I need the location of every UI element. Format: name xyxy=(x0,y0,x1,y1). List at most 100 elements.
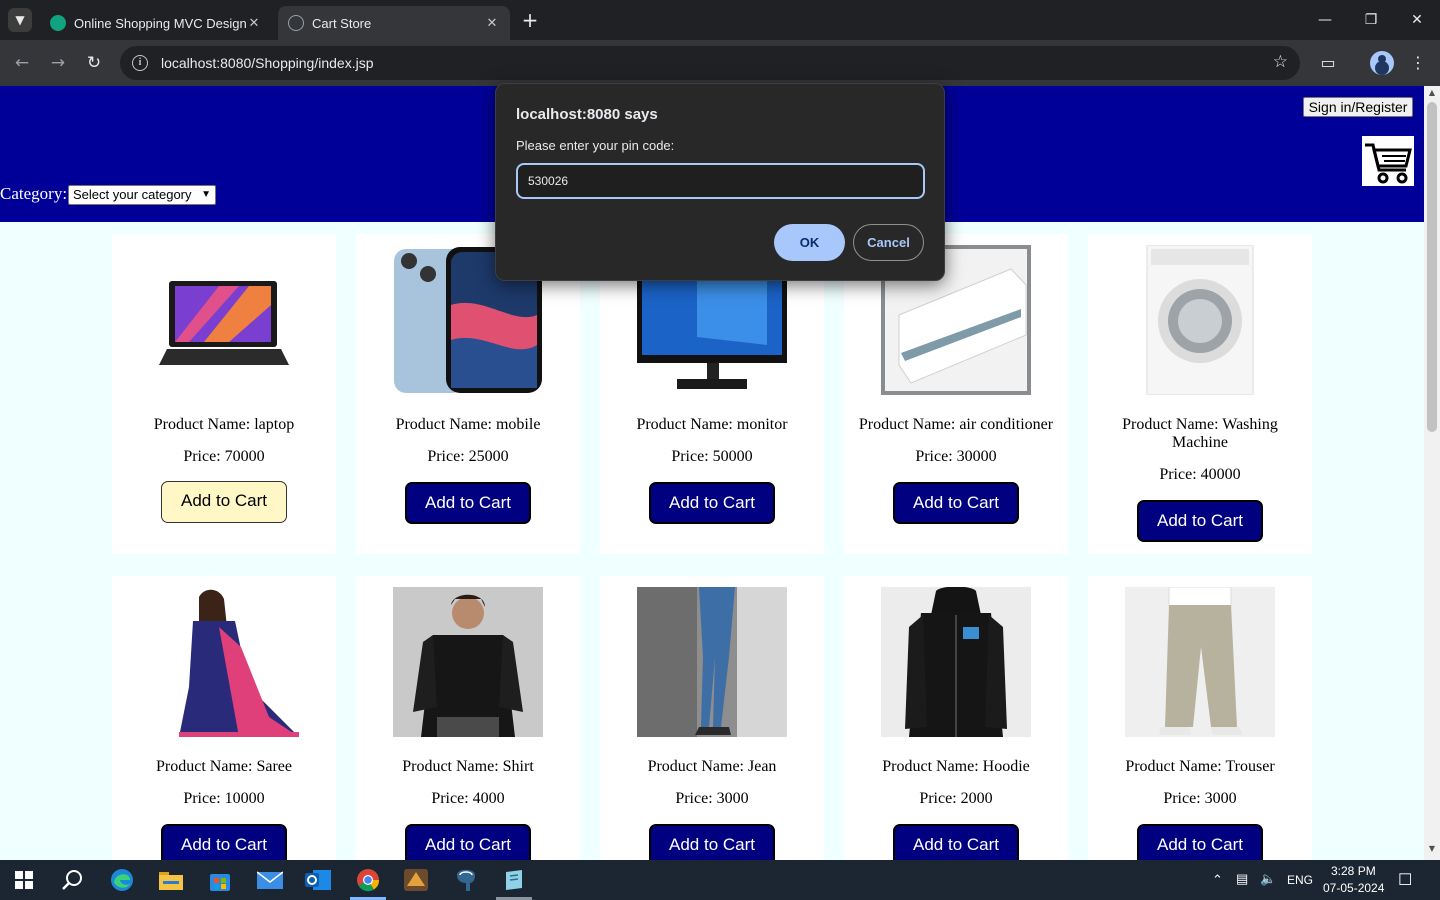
scroll-down-arrow-icon[interactable]: ▼ xyxy=(1424,844,1440,853)
microsoft-store-icon[interactable] xyxy=(204,866,236,894)
product-price: Price: 30000 xyxy=(915,448,997,465)
chrome-icon[interactable] xyxy=(352,866,384,894)
signin-register-button[interactable]: Sign in/Register xyxy=(1303,97,1413,117)
product-price: Price: 50000 xyxy=(671,448,753,465)
site-info-icon[interactable]: i xyxy=(132,55,148,71)
product-image-washing-machine xyxy=(1125,245,1275,395)
notepad-icon[interactable] xyxy=(498,866,530,894)
add-to-cart-button[interactable]: Add to Cart xyxy=(161,824,287,860)
scrollbar-thumb[interactable] xyxy=(1427,102,1437,432)
clock-time[interactable]: 3:28 PM xyxy=(1331,864,1376,878)
game-app-icon[interactable] xyxy=(400,866,432,894)
language-indicator[interactable]: ENG xyxy=(1287,873,1313,887)
product-image-jean xyxy=(637,587,787,737)
volume-icon[interactable]: 🔈 xyxy=(1260,871,1276,887)
add-to-cart-button[interactable]: Add to Cart xyxy=(649,482,775,524)
product-card: Product Name: Jean Price: 3000 Add to Ca… xyxy=(600,576,824,860)
ok-button[interactable]: OK xyxy=(774,224,845,261)
extensions-icon[interactable]: ▭ xyxy=(1316,51,1340,75)
product-card: Product Name: Saree Price: 10000 Add to … xyxy=(112,576,336,860)
product-name: Product Name: monitor xyxy=(636,416,788,433)
browser-toolbar: ← → ↻ i localhost:8080/Shopping/index.js… xyxy=(0,40,1440,86)
bookmark-star-icon[interactable]: ☆ xyxy=(1273,52,1288,72)
product-name: Product Name: Hoodie xyxy=(882,758,1030,775)
close-tab-icon[interactable]: ✕ xyxy=(246,15,262,31)
restore-button[interactable]: ❐ xyxy=(1356,8,1386,32)
pin-code-prompt-dialog: localhost:8080 says Please enter your pi… xyxy=(495,83,945,281)
new-tab-button[interactable]: + xyxy=(518,9,542,33)
close-window-button[interactable]: ✕ xyxy=(1402,8,1432,32)
category-selected-value: Select your category xyxy=(73,187,192,202)
product-image-shirt xyxy=(393,587,543,737)
product-card: Product Name: monitor Price: 50000 Add t… xyxy=(600,234,824,554)
add-to-cart-button[interactable]: Add to Cart xyxy=(1137,500,1263,542)
product-price: Price: 25000 xyxy=(427,448,509,465)
product-name: Product Name: Trouser xyxy=(1125,758,1275,775)
product-card: Product Name: mobile Price: 25000 Add to… xyxy=(356,234,580,554)
product-card: Product Name: Trouser Price: 3000 Add to… xyxy=(1088,576,1312,860)
product-name: Product Name: laptop xyxy=(153,416,295,433)
product-card: Product Name: laptop Price: 70000 Add to… xyxy=(112,234,336,554)
forward-button[interactable]: → xyxy=(46,51,70,75)
add-to-cart-button[interactable]: Add to Cart xyxy=(1137,824,1263,860)
product-name: Product Name: Jean xyxy=(647,758,777,775)
edge-browser-icon[interactable] xyxy=(106,866,138,894)
product-card: Product Name: Hoodie Price: 2000 Add to … xyxy=(844,576,1068,860)
product-card: Product Name: air conditioner Price: 300… xyxy=(844,234,1068,554)
notifications-icon[interactable]: ☐ xyxy=(1398,870,1412,890)
show-hidden-icons-chevron-icon[interactable]: ⌃ xyxy=(1212,872,1223,888)
chevron-down-icon: ▼ xyxy=(201,189,211,200)
profile-avatar-icon[interactable] xyxy=(1370,51,1394,75)
category-label: Category: xyxy=(0,184,68,203)
cancel-button[interactable]: Cancel xyxy=(853,224,924,261)
product-price: Price: 4000 xyxy=(431,790,505,807)
product-name: Product Name: Washing Machine xyxy=(1122,416,1278,451)
category-select[interactable]: Select your category ▼ xyxy=(68,185,216,205)
pin-code-input[interactable]: 530026 xyxy=(516,163,925,199)
product-price: Price: 3000 xyxy=(1163,790,1237,807)
product-price: Price: 40000 xyxy=(1159,466,1241,483)
add-to-cart-button[interactable]: Add to Cart xyxy=(893,824,1019,860)
product-image-trouser xyxy=(1125,587,1275,737)
tab-title: Online Shopping MVC Design xyxy=(74,15,246,31)
clock-date[interactable]: 07-05-2024 xyxy=(1323,881,1384,895)
file-explorer-icon[interactable] xyxy=(155,866,187,894)
globe-favicon-icon xyxy=(288,15,304,31)
network-icon[interactable]: ▤ xyxy=(1236,871,1248,887)
product-price: Price: 70000 xyxy=(183,448,265,465)
close-tab-icon[interactable]: ✕ xyxy=(484,15,500,31)
product-card: Product Name: Shirt Price: 4000 Add to C… xyxy=(356,576,580,860)
tab-cart-store[interactable]: Cart Store ✕ xyxy=(278,6,510,40)
minimize-button[interactable]: — xyxy=(1310,8,1340,32)
chatgpt-favicon-icon xyxy=(50,15,66,31)
windows-start-icon[interactable] xyxy=(8,866,40,894)
tab-online-shopping[interactable]: Online Shopping MVC Design ✕ xyxy=(40,6,272,40)
url-text[interactable]: localhost:8080/Shopping/index.jsp xyxy=(161,55,374,71)
address-bar[interactable]: i localhost:8080/Shopping/index.jsp ☆ xyxy=(120,46,1300,80)
reload-button[interactable]: ↻ xyxy=(82,51,106,75)
mail-icon[interactable] xyxy=(254,866,286,894)
product-name: Product Name: Shirt xyxy=(402,758,534,775)
product-price: Price: 10000 xyxy=(183,790,265,807)
search-icon[interactable] xyxy=(56,866,88,894)
browser-tab-bar: ▼ Online Shopping MVC Design ✕ Cart Stor… xyxy=(0,0,1440,40)
tab-search-button[interactable]: ▼ xyxy=(8,8,32,32)
menu-kebab-icon[interactable]: ⋮ xyxy=(1406,51,1430,75)
product-name: Product Name: air conditioner xyxy=(858,416,1054,433)
add-to-cart-button[interactable]: Add to Cart xyxy=(405,824,531,860)
windows-taskbar: ⌃ ▤ 🔈 ENG 3:28 PM 07-05-2024 ☐ xyxy=(0,860,1440,900)
add-to-cart-button[interactable]: Add to Cart xyxy=(161,481,287,523)
product-name: Product Name: Saree xyxy=(156,758,292,775)
product-price: Price: 2000 xyxy=(919,790,993,807)
postgresql-icon[interactable] xyxy=(450,866,482,894)
product-card: Product Name: Washing Machine Price: 400… xyxy=(1088,234,1312,554)
outlook-icon[interactable] xyxy=(302,866,334,894)
add-to-cart-button[interactable]: Add to Cart xyxy=(405,482,531,524)
page-scrollbar[interactable]: ▲ ▼ xyxy=(1424,86,1440,860)
add-to-cart-button[interactable]: Add to Cart xyxy=(893,482,1019,524)
scroll-up-arrow-icon[interactable]: ▲ xyxy=(1424,88,1440,97)
add-to-cart-button[interactable]: Add to Cart xyxy=(649,824,775,860)
shopping-cart-icon[interactable] xyxy=(1362,136,1414,186)
product-image-laptop xyxy=(149,245,299,395)
back-button[interactable]: ← xyxy=(10,51,34,75)
